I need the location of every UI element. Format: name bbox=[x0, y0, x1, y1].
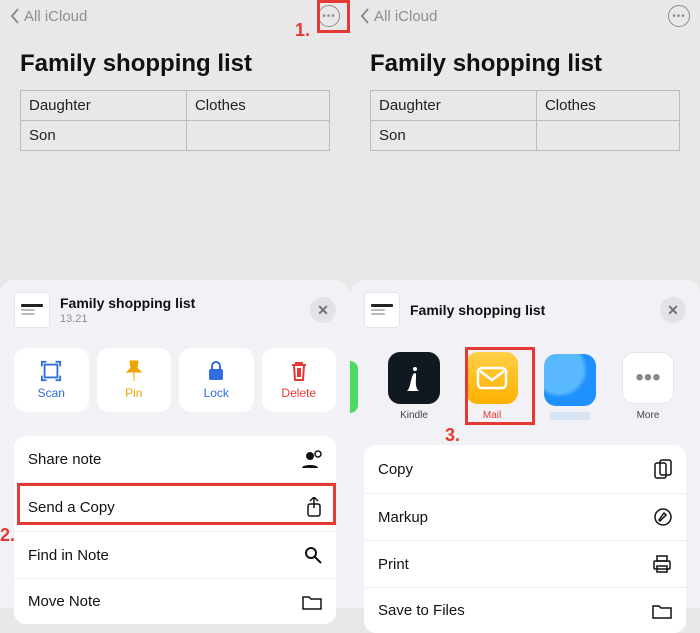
sheet-note-title: Family shopping list bbox=[60, 295, 310, 311]
search-icon bbox=[304, 546, 322, 564]
cell[interactable]: Clothes bbox=[186, 91, 329, 121]
trash-icon bbox=[290, 360, 308, 382]
share-icon bbox=[306, 497, 322, 517]
cell[interactable]: Daughter bbox=[371, 91, 537, 121]
cell[interactable] bbox=[536, 121, 679, 151]
more-icon[interactable]: ••• bbox=[668, 5, 690, 27]
option-list: Share note Send a Copy Find in Note Move… bbox=[14, 436, 336, 624]
lock-button[interactable]: Lock bbox=[179, 348, 254, 412]
sheet-note-title: Family shopping list bbox=[410, 302, 660, 318]
mail-icon bbox=[466, 352, 518, 404]
people-icon bbox=[302, 450, 322, 468]
cell[interactable]: Son bbox=[21, 121, 187, 151]
app-share-row: Kindle Mail ••• More bbox=[350, 336, 700, 427]
option-label: Find in Note bbox=[28, 547, 109, 564]
save-to-files-option[interactable]: Save to Files bbox=[364, 588, 686, 633]
pin-icon bbox=[124, 360, 144, 382]
app-partial[interactable] bbox=[358, 361, 366, 413]
delete-button[interactable]: Delete bbox=[262, 348, 337, 412]
navbar: All iCloud ••• bbox=[0, 0, 350, 32]
pin-label: Pin bbox=[125, 386, 142, 400]
move-note-option[interactable]: Move Note bbox=[14, 579, 336, 624]
qq-app[interactable] bbox=[540, 354, 600, 420]
print-option[interactable]: Print bbox=[364, 541, 686, 588]
table-row: Son bbox=[21, 121, 330, 151]
kindle-icon bbox=[388, 352, 440, 404]
option-label: Share note bbox=[28, 451, 101, 468]
lock-icon bbox=[207, 360, 225, 382]
markup-icon bbox=[654, 508, 672, 526]
note-table: Daughter Clothes Son bbox=[370, 90, 680, 151]
cell[interactable]: Son bbox=[371, 121, 537, 151]
copy-option[interactable]: Copy bbox=[364, 445, 686, 494]
back-chevron-icon[interactable] bbox=[360, 8, 370, 24]
option-label: Copy bbox=[378, 461, 413, 478]
table-row: Daughter Clothes bbox=[21, 91, 330, 121]
blank-label bbox=[550, 412, 590, 420]
partial-app-icon bbox=[350, 361, 358, 413]
more-icon[interactable]: ••• bbox=[318, 5, 340, 27]
option-label: Move Note bbox=[28, 593, 101, 610]
option-list: Copy Markup Print Save to Files bbox=[364, 445, 686, 633]
note-title: Family shopping list bbox=[370, 50, 680, 78]
folder-icon bbox=[652, 603, 672, 619]
cell[interactable] bbox=[186, 121, 329, 151]
note-title: Family shopping list bbox=[20, 50, 330, 78]
send-copy-option[interactable]: Send a Copy bbox=[14, 483, 336, 532]
sheet-header: Family shopping list ✕ bbox=[350, 280, 700, 336]
back-chevron-icon[interactable] bbox=[10, 8, 20, 24]
note-table: Daughter Clothes Son bbox=[20, 90, 330, 151]
lock-label: Lock bbox=[204, 386, 229, 400]
option-label: Print bbox=[378, 556, 409, 573]
option-label: Save to Files bbox=[378, 602, 465, 619]
copy-icon bbox=[654, 459, 672, 479]
qq-browser-icon bbox=[544, 354, 596, 406]
option-label: Markup bbox=[378, 509, 428, 526]
cell[interactable]: Clothes bbox=[536, 91, 679, 121]
option-label: Send a Copy bbox=[28, 499, 115, 516]
cell[interactable]: Daughter bbox=[21, 91, 187, 121]
folder-icon bbox=[302, 594, 322, 610]
mail-app[interactable]: Mail bbox=[462, 352, 522, 421]
mail-label: Mail bbox=[483, 410, 501, 421]
markup-option[interactable]: Markup bbox=[364, 494, 686, 541]
delete-label: Delete bbox=[281, 386, 316, 400]
scan-label: Scan bbox=[38, 386, 65, 400]
scan-icon bbox=[40, 360, 62, 382]
sheet-header: Family shopping list 13.21 ✕ bbox=[0, 280, 350, 336]
note-thumbnail-icon bbox=[14, 292, 50, 328]
more-apps-icon: ••• bbox=[622, 352, 674, 404]
table-row: Daughter Clothes bbox=[371, 91, 680, 121]
navbar: All iCloud ••• bbox=[350, 0, 700, 32]
close-icon[interactable]: ✕ bbox=[310, 297, 336, 323]
more-label: More bbox=[637, 410, 660, 421]
action-sheet: Family shopping list 13.21 ✕ Scan Pin bbox=[0, 280, 350, 608]
close-icon[interactable]: ✕ bbox=[660, 297, 686, 323]
share-note-option[interactable]: Share note bbox=[14, 436, 336, 483]
print-icon bbox=[652, 555, 672, 573]
note-thumbnail-icon bbox=[364, 292, 400, 328]
find-in-note-option[interactable]: Find in Note bbox=[14, 532, 336, 579]
back-label[interactable]: All iCloud bbox=[24, 8, 318, 25]
right-screenshot: All iCloud ••• Family shopping list Daug… bbox=[350, 0, 700, 608]
scan-button[interactable]: Scan bbox=[14, 348, 89, 412]
more-app[interactable]: ••• More bbox=[618, 352, 678, 421]
back-label[interactable]: All iCloud bbox=[374, 8, 668, 25]
table-row: Son bbox=[371, 121, 680, 151]
sheet-note-time: 13.21 bbox=[60, 313, 310, 325]
left-screenshot: All iCloud ••• Family shopping list Daug… bbox=[0, 0, 350, 608]
pin-button[interactable]: Pin bbox=[97, 348, 172, 412]
share-sheet: Family shopping list ✕ Kindle Mail bbox=[350, 280, 700, 608]
kindle-app[interactable]: Kindle bbox=[384, 352, 444, 421]
big-button-row: Scan Pin Lock Delete bbox=[0, 336, 350, 418]
kindle-label: Kindle bbox=[400, 410, 428, 421]
